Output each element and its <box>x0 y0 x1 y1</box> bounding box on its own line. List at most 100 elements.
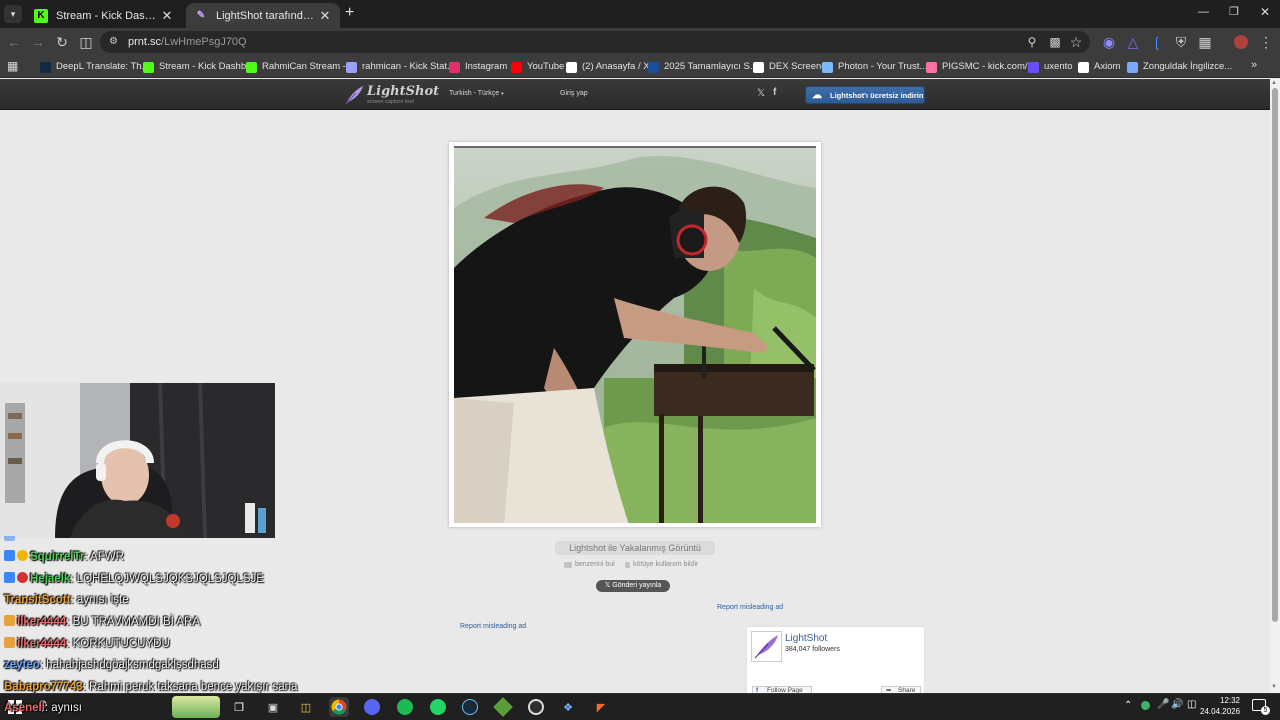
extensions-puzzle-icon[interactable]: ▦ <box>1195 28 1215 56</box>
bookmark-item[interactable]: Photon - Your Trust... <box>822 56 927 78</box>
bookmark-item[interactable]: Instagram <box>449 56 507 78</box>
minecraft-icon[interactable] <box>493 697 513 717</box>
bookmark-item[interactable]: (2) Anasayfa / X <box>566 56 650 78</box>
scroll-up-icon[interactable]: ▲ <box>1271 80 1277 86</box>
language-selector[interactable]: Turkish - Türkçe ▾ <box>449 90 504 97</box>
close-tab-icon[interactable]: ✕ <box>318 8 332 24</box>
bookmark-item[interactable]: Axiom <box>1078 56 1120 78</box>
bookmark-star-icon[interactable]: ☆ <box>1066 28 1086 56</box>
similar-icon <box>564 561 572 568</box>
minimize-icon[interactable]: — <box>1198 6 1209 18</box>
discord-icon[interactable] <box>362 697 382 717</box>
new-tab-button[interactable]: + <box>345 4 354 22</box>
network-icon[interactable]: ◫ <box>1187 699 1196 710</box>
zoom-icon[interactable]: ⚲ <box>1022 28 1042 56</box>
back-icon[interactable]: ← <box>4 28 24 56</box>
bookmark-item[interactable]: rahmican - Kick Stat... <box>346 56 455 78</box>
find-similar-link[interactable]: benzerini bul <box>564 561 615 568</box>
apps-grid-icon[interactable]: ▦ <box>7 59 18 73</box>
bookmark-label: (2) Anasayfa / X <box>582 61 650 72</box>
file-manager-icon[interactable]: ▣ <box>263 697 283 717</box>
fb-page-avatar[interactable] <box>751 631 782 662</box>
microphone-icon[interactable]: 🎤 <box>1157 699 1169 710</box>
address-bar[interactable]: ⚙ prnt.sc/LwHmePsgJ70Q <box>100 31 1090 53</box>
whatsapp-icon[interactable] <box>428 697 448 717</box>
chrome-logo <box>331 699 347 715</box>
bookmark-item[interactable]: Stream - Kick Dashb... <box>143 56 254 78</box>
report-ad-link-left[interactable]: Report misleading ad <box>460 623 526 630</box>
cast-icon[interactable]: ▩ <box>1045 28 1065 56</box>
login-link[interactable]: Giriş yap <box>560 90 588 97</box>
bookmark-item[interactable]: 2025 Tamamlayıcı S... <box>648 56 758 78</box>
obs-icon[interactable] <box>526 697 546 717</box>
reload-icon[interactable]: ↻ <box>52 28 72 56</box>
report-abuse-label: kötüye kullanım bildir <box>633 561 699 568</box>
extension-shield-icon[interactable]: ⛨ <box>1171 28 1191 56</box>
extension-audio-icon[interactable]: ❲ <box>1147 28 1167 56</box>
volume-icon[interactable]: 🔊 <box>1171 699 1183 710</box>
steam-icon[interactable] <box>460 697 480 717</box>
photo-man-grilling <box>454 148 816 523</box>
chat-username: SquirrelTr <box>30 551 85 563</box>
post-to-x-button[interactable]: 𝕏 Gönderi yayınla <box>596 580 670 592</box>
menu-kebab-icon[interactable]: ⋮ <box>1256 28 1276 56</box>
taskbar-clock[interactable]: 12:32 24.04.2026 <box>1200 695 1240 717</box>
profile-avatar[interactable] <box>1234 35 1248 49</box>
file-explorer-icon[interactable]: ◫ <box>296 697 316 717</box>
tab-kick-dashboard[interactable]: K Stream - Kick Dashboard ✕ <box>26 3 182 28</box>
scrollbar-thumb[interactable] <box>1272 88 1278 622</box>
lightshot-logo[interactable]: LightShot screen capture tool <box>343 83 439 107</box>
clock-time: 12:32 <box>1219 696 1240 705</box>
bookmark-label: RahmiCan Stream -... <box>262 61 354 72</box>
notification-badge: 5 <box>1261 706 1270 715</box>
chrome-icon[interactable] <box>329 697 349 717</box>
clock-date: 24.04.2026 <box>1200 707 1241 716</box>
twitter-icon[interactable]: 𝕏 <box>757 88 765 99</box>
extension-kick-icon[interactable]: ◉ <box>1099 28 1119 56</box>
spotify-icon[interactable] <box>395 697 415 717</box>
forward-icon[interactable]: → <box>28 28 48 56</box>
photon-icon <box>822 61 833 73</box>
logo-name: LightShot <box>367 83 440 99</box>
tray-app-icon[interactable] <box>1141 701 1150 710</box>
app-settings-icon[interactable]: ❖ <box>558 697 578 717</box>
streamer-app-icon[interactable]: ◤ <box>591 697 611 717</box>
bookmark-item[interactable]: YouTube <box>511 56 564 78</box>
bookmark-item[interactable]: RahmiCan Stream -... <box>246 56 354 78</box>
facebook-icon[interactable]: f <box>773 87 776 98</box>
bookmark-item[interactable]: Zonguldak İngilizce... <box>1127 56 1232 78</box>
task-view-icon[interactable]: ❐ <box>229 697 249 717</box>
bookmark-item[interactable]: uxento <box>1028 56 1073 78</box>
chat-row: Hejaelk: LQHELQJWQLSJQKSJQLSJQLSJE <box>4 572 264 585</box>
restore-icon[interactable]: ❐ <box>1229 5 1239 18</box>
report-ad-link-right[interactable]: Report misleading ad <box>717 604 783 611</box>
bookmark-label: DeepL Translate: Th... <box>56 61 150 72</box>
tray-chevron-icon[interactable]: ⌃ <box>1124 700 1132 711</box>
tab-lightshot[interactable]: ✎ LightShot tarafından Ekran Görüntüsü ✕ <box>186 3 340 28</box>
close-tab-icon[interactable]: ✕ <box>160 8 174 24</box>
url-path: /LwHmePsgJ70Q <box>161 36 247 48</box>
scroll-down-icon[interactable]: ▼ <box>1271 684 1277 690</box>
bookmark-item[interactable]: DEX Screener <box>753 56 830 78</box>
sub-badge-icon <box>17 572 28 583</box>
chat-username: Asenell <box>4 702 45 714</box>
bookmark-item[interactable]: DeepL Translate: Th... <box>40 56 149 78</box>
download-button[interactable]: ☁ Lightshot'ı ücretsiz indirin <box>805 86 925 104</box>
sub-badge-icon <box>4 615 15 626</box>
chat-username: Babapro77743 <box>4 681 83 693</box>
split-view-icon[interactable]: ◫ <box>76 28 96 56</box>
site-info-icon[interactable]: ⚙ <box>109 31 118 53</box>
more-bookmarks-icon[interactable]: » <box>1251 59 1257 71</box>
fb-page-name[interactable]: LightShot <box>785 633 827 644</box>
screenshot-image[interactable] <box>454 146 816 523</box>
extension-triangle-icon[interactable]: △ <box>1123 28 1143 56</box>
url-host: prnt.sc <box>128 36 162 48</box>
uxento-icon <box>1028 61 1039 73</box>
widget-weather-icon[interactable] <box>172 696 220 718</box>
bookmark-label: DEX Screener <box>769 61 830 72</box>
report-abuse-link[interactable]: kötüye kullanım bildir <box>625 561 698 568</box>
bookmark-label: Instagram <box>465 61 508 72</box>
close-window-icon[interactable]: ✕ <box>1260 5 1270 19</box>
bookmark-item[interactable]: PIGSMC - kick.com/... <box>926 56 1035 78</box>
tab-search-button[interactable]: ▾ <box>4 5 22 23</box>
